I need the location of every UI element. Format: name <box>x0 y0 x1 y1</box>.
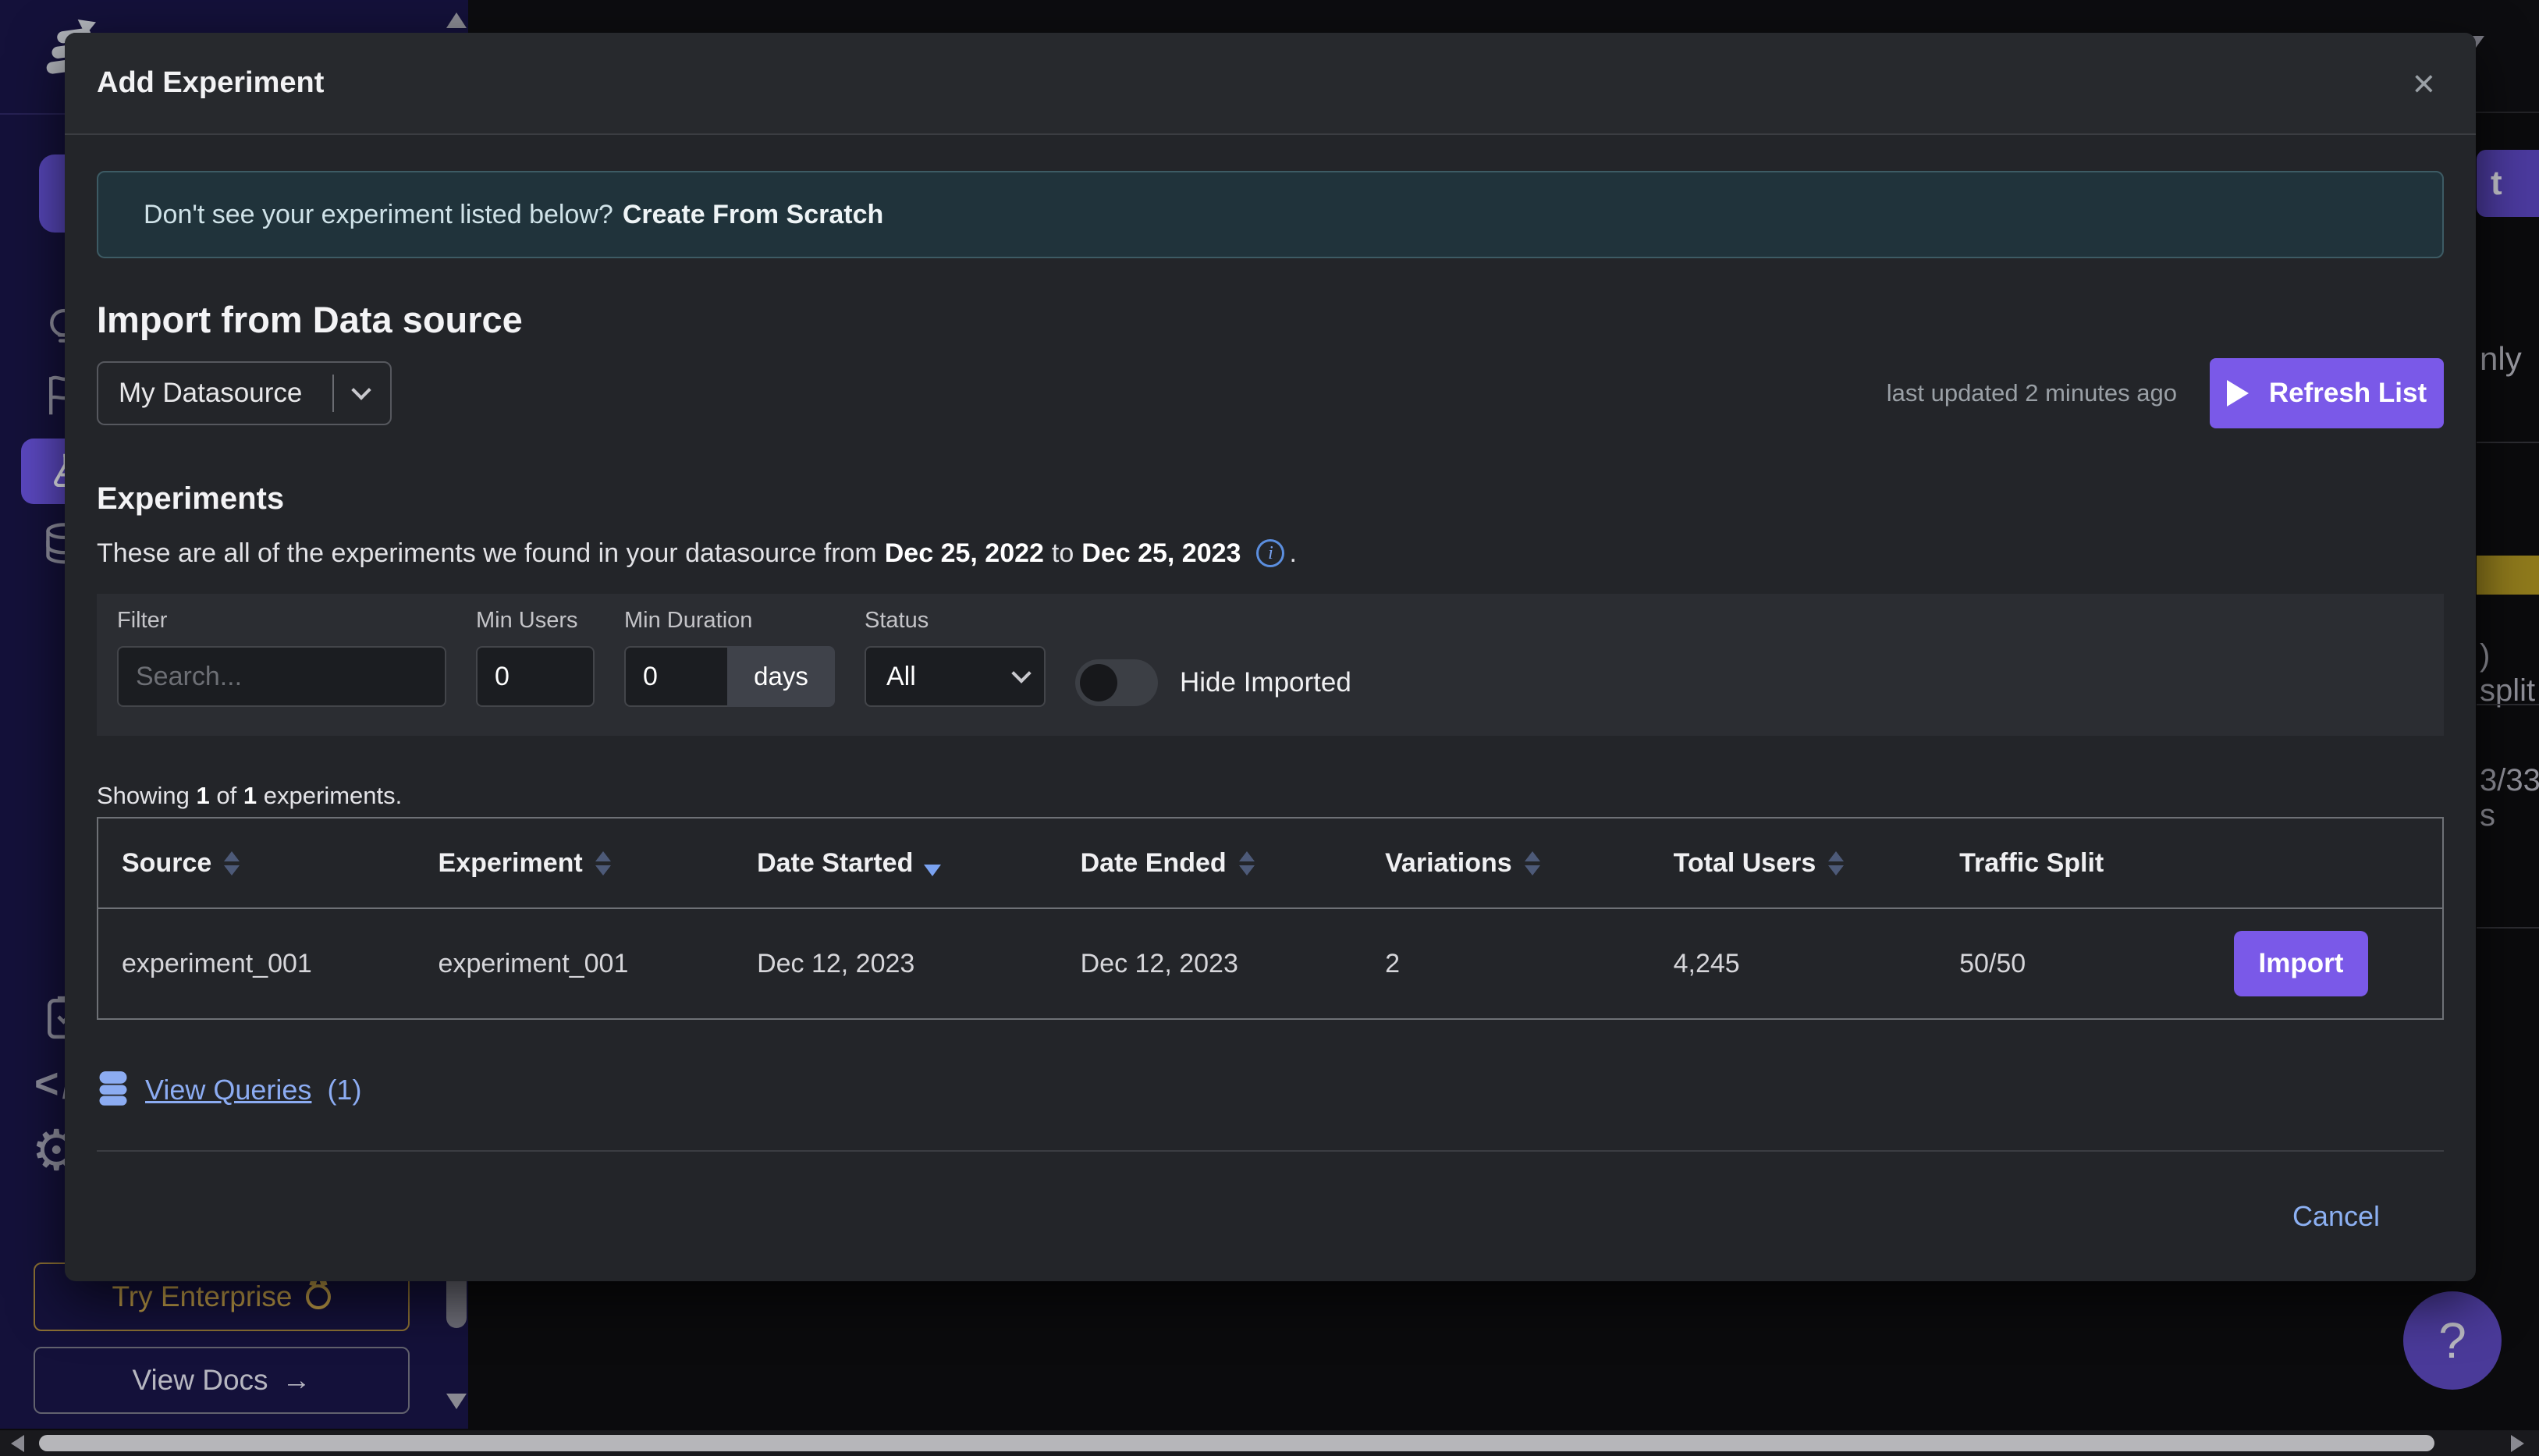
background-text-fragment: 3/33 s <box>2480 763 2539 833</box>
sort-icon <box>1525 851 1540 875</box>
scroll-right-arrow[interactable] <box>2511 1435 2524 1452</box>
days-addon: days <box>727 646 835 707</box>
background-yellow-bar <box>2477 556 2539 595</box>
table-header-row: Source Experiment Date Started Date Ende… <box>98 819 2442 909</box>
hide-imported-toggle[interactable] <box>1075 659 1158 706</box>
sort-icon <box>224 851 240 875</box>
scroll-up-arrow[interactable] <box>446 12 467 28</box>
view-queries-link[interactable]: View Queries <box>145 1074 311 1106</box>
min-duration-label: Min Duration <box>624 608 835 634</box>
cell-variations: 2 <box>1362 949 1649 979</box>
info-icon[interactable]: i <box>1256 539 1284 567</box>
database-icon <box>97 1070 130 1110</box>
create-from-scratch-link[interactable]: Create From Scratch <box>623 200 883 230</box>
status-label: Status <box>865 608 1046 634</box>
arrow-right-icon: → <box>282 1364 311 1397</box>
sort-desc-icon <box>924 865 941 876</box>
cell-traffic-split: 50/50 Import <box>1936 931 2442 996</box>
background-text-fragment: nly <box>2480 340 2522 378</box>
min-duration-input[interactable] <box>624 646 727 707</box>
hide-imported-label: Hide Imported <box>1180 667 1351 698</box>
date-to: Dec 25, 2023 <box>1081 536 1241 570</box>
select-divider <box>332 375 334 412</box>
toggle-knob <box>1080 664 1117 701</box>
cell-experiment: experiment_001 <box>415 949 734 979</box>
chevron-down-icon <box>351 380 371 400</box>
min-users-label: Min Users <box>476 608 595 634</box>
modal-header: Add Experiment × <box>65 33 2476 135</box>
showing-count-text: Showing 1 of 1 experiments. <box>97 781 2444 811</box>
filter-bar: Filter Min Users Min Duration days Statu… <box>97 594 2444 736</box>
help-button[interactable]: ? <box>2403 1291 2502 1390</box>
horizontal-scrollbar <box>0 1430 2539 1456</box>
column-header-total-users[interactable]: Total Users <box>1650 848 1936 879</box>
view-docs-button[interactable]: View Docs → <box>34 1347 410 1414</box>
search-input[interactable] <box>117 646 446 707</box>
sort-icon <box>595 851 611 875</box>
modal-footer: Cancel <box>97 1150 2444 1281</box>
filter-label: Filter <box>117 608 446 634</box>
column-header-experiment[interactable]: Experiment <box>415 848 734 879</box>
background-button-fragment: t <box>2477 150 2539 217</box>
status-value: All <box>866 662 994 692</box>
experiments-heading: Experiments <box>97 480 2444 517</box>
banner-text: Don't see your experiment listed below? <box>144 200 613 230</box>
create-from-scratch-banner: Don't see your experiment listed below? … <box>97 171 2444 258</box>
background-divider <box>2477 927 2539 929</box>
import-button[interactable]: Import <box>2234 931 2368 996</box>
horizontal-scrollbar-thumb[interactable] <box>39 1435 2434 1451</box>
datasource-select[interactable]: My Datasource <box>97 361 392 425</box>
column-header-traffic-split: Traffic Split <box>1936 848 2442 879</box>
datasource-value: My Datasource <box>98 378 332 409</box>
column-header-date-ended[interactable]: Date Ended <box>1057 848 1362 879</box>
play-icon <box>2227 380 2249 407</box>
background-divider <box>2477 442 2539 443</box>
status-select[interactable]: All <box>865 646 1046 707</box>
sort-icon <box>1828 851 1844 875</box>
cell-total-users: 4,245 <box>1650 949 1936 979</box>
sort-icon <box>1239 851 1255 875</box>
scroll-left-arrow[interactable] <box>11 1435 24 1452</box>
add-experiment-modal: Add Experiment × Don't see your experime… <box>65 33 2476 1281</box>
column-header-date-started[interactable]: Date Started <box>733 848 1057 879</box>
background-text-fragment: ) split <box>2480 638 2539 708</box>
last-updated-text: last updated 2 minutes ago <box>1887 379 2177 407</box>
view-queries-count: (1) <box>327 1074 361 1106</box>
column-header-variations[interactable]: Variations <box>1362 848 1649 879</box>
background-divider <box>2477 704 2539 705</box>
refresh-list-button[interactable]: Refresh List <box>2210 358 2444 428</box>
import-heading: Import from Data source <box>97 299 2444 341</box>
close-icon[interactable]: × <box>2413 64 2435 103</box>
cell-date-started: Dec 12, 2023 <box>733 949 1057 979</box>
table-row: experiment_001 experiment_001 Dec 12, 20… <box>98 909 2442 1018</box>
column-header-source[interactable]: Source <box>98 848 415 879</box>
min-users-input[interactable] <box>476 646 595 707</box>
experiments-description: These are all of the experiments we foun… <box>97 536 2444 570</box>
modal-title: Add Experiment <box>97 66 324 100</box>
scroll-down-arrow[interactable] <box>446 1394 467 1409</box>
cell-source: experiment_001 <box>98 949 415 979</box>
cancel-link[interactable]: Cancel <box>2292 1200 2380 1233</box>
cell-date-ended: Dec 12, 2023 <box>1057 949 1362 979</box>
experiments-table: Source Experiment Date Started Date Ende… <box>97 817 2444 1020</box>
date-from: Dec 25, 2022 <box>885 536 1044 570</box>
chevron-down-icon <box>1011 663 1031 683</box>
medal-icon <box>306 1284 331 1309</box>
